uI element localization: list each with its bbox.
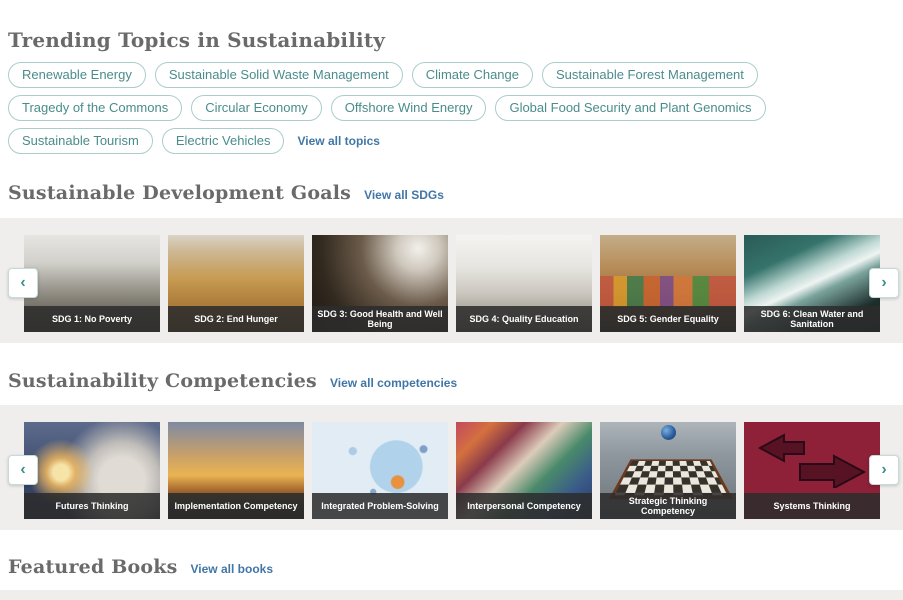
topic-pill-circular-economy[interactable]: Circular Economy (191, 95, 322, 121)
topic-pill-offshore-wind-energy[interactable]: Offshore Wind Energy (331, 95, 487, 121)
sdg-card-caption: SDG 3: Good Health and Well Being (312, 306, 448, 332)
sdg-section-header: Sustainable Development Goals View all S… (8, 182, 903, 204)
competency-card-interpersonal[interactable]: Interpersonal Competency (456, 422, 592, 519)
globe-icon (661, 425, 676, 440)
books-section-header: Featured Books View all books (8, 556, 903, 578)
competency-card-caption: Implementation Competency (168, 493, 304, 519)
competency-card-implementation[interactable]: Implementation Competency (168, 422, 304, 519)
sdg-card-6[interactable]: SDG 6: Clean Water and Sanitation (744, 235, 880, 332)
competency-card-list: Futures Thinking Implementation Competen… (24, 422, 903, 519)
view-all-sdgs-link[interactable]: View all SDGs (364, 188, 444, 202)
competency-card-caption: Strategic Thinking Competency (600, 493, 736, 519)
colorful-crowd-strip (600, 276, 736, 307)
sdg-card-1[interactable]: SDG 1: No Poverty (24, 235, 160, 332)
sdg-card-caption: SDG 6: Clean Water and Sanitation (744, 306, 880, 332)
topic-pill-renewable-energy[interactable]: Renewable Energy (8, 62, 146, 88)
competency-card-integrated-problem-solving[interactable]: Integrated Problem-Solving (312, 422, 448, 519)
sdg-card-caption: SDG 5: Gender Equality (600, 306, 736, 332)
competencies-title: Sustainability Competencies (8, 370, 317, 392)
sdg-title: Sustainable Development Goals (8, 182, 351, 204)
view-all-books-link[interactable]: View all books (191, 562, 273, 576)
topic-pill-global-food-security[interactable]: Global Food Security and Plant Genomics (495, 95, 765, 121)
sdg-card-caption: SDG 1: No Poverty (24, 306, 160, 332)
sdg-card-2[interactable]: SDG 2: End Hunger (168, 235, 304, 332)
competency-card-caption: Systems Thinking (744, 493, 880, 519)
sdg-prev-arrow-icon[interactable]: ‹ (8, 268, 38, 298)
competency-card-caption: Interpersonal Competency (456, 493, 592, 519)
competencies-section-header: Sustainability Competencies View all com… (8, 370, 903, 392)
competency-card-caption: Integrated Problem-Solving (312, 493, 448, 519)
sdg-card-5[interactable]: SDG 5: Gender Equality (600, 235, 736, 332)
competency-card-strategic-thinking[interactable]: Strategic Thinking Competency (600, 422, 736, 519)
sdg-carousel: SDG 1: No Poverty SDG 2: End Hunger SDG … (0, 218, 903, 343)
topic-pill-sustainable-forest-management[interactable]: Sustainable Forest Management (542, 62, 758, 88)
view-all-topics-link[interactable]: View all topics (297, 134, 379, 148)
topic-pill-sustainable-tourism[interactable]: Sustainable Tourism (8, 128, 153, 154)
competency-card-caption: Futures Thinking (24, 493, 160, 519)
competencies-carousel: Futures Thinking Implementation Competen… (0, 405, 903, 530)
competencies-next-arrow-icon[interactable]: › (869, 455, 899, 485)
sdg-card-list: SDG 1: No Poverty SDG 2: End Hunger SDG … (24, 235, 903, 332)
view-all-competencies-link[interactable]: View all competencies (330, 376, 457, 390)
sdg-card-caption: SDG 2: End Hunger (168, 306, 304, 332)
sustainability-home-page: Trending Topics in Sustainability Renewa… (0, 0, 903, 600)
double-arrows-icon (752, 430, 872, 488)
sdg-next-arrow-icon[interactable]: › (869, 268, 899, 298)
competency-card-systems-thinking[interactable]: Systems Thinking (744, 422, 880, 519)
trending-topics-section: Trending Topics in Sustainability Renewa… (8, 28, 903, 154)
topic-pill-sustainable-solid-waste-management[interactable]: Sustainable Solid Waste Management (155, 62, 403, 88)
topic-pill-electric-vehicles[interactable]: Electric Vehicles (162, 128, 285, 154)
competencies-prev-arrow-icon[interactable]: ‹ (8, 455, 38, 485)
competency-card-futures-thinking[interactable]: Futures Thinking (24, 422, 160, 519)
topic-pill-climate-change[interactable]: Climate Change (412, 62, 533, 88)
books-title: Featured Books (8, 556, 178, 578)
topic-pill-list: Renewable Energy Sustainable Solid Waste… (8, 62, 870, 154)
sdg-card-caption: SDG 4: Quality Education (456, 306, 592, 332)
books-carousel: METHODS OF ENVIRONMENTAL AND SOCIAL IMPA… (0, 590, 903, 600)
sdg-card-4[interactable]: SDG 4: Quality Education (456, 235, 592, 332)
topic-pill-tragedy-of-the-commons[interactable]: Tragedy of the Commons (8, 95, 182, 121)
sdg-card-3[interactable]: SDG 3: Good Health and Well Being (312, 235, 448, 332)
trending-topics-title: Trending Topics in Sustainability (8, 28, 903, 52)
